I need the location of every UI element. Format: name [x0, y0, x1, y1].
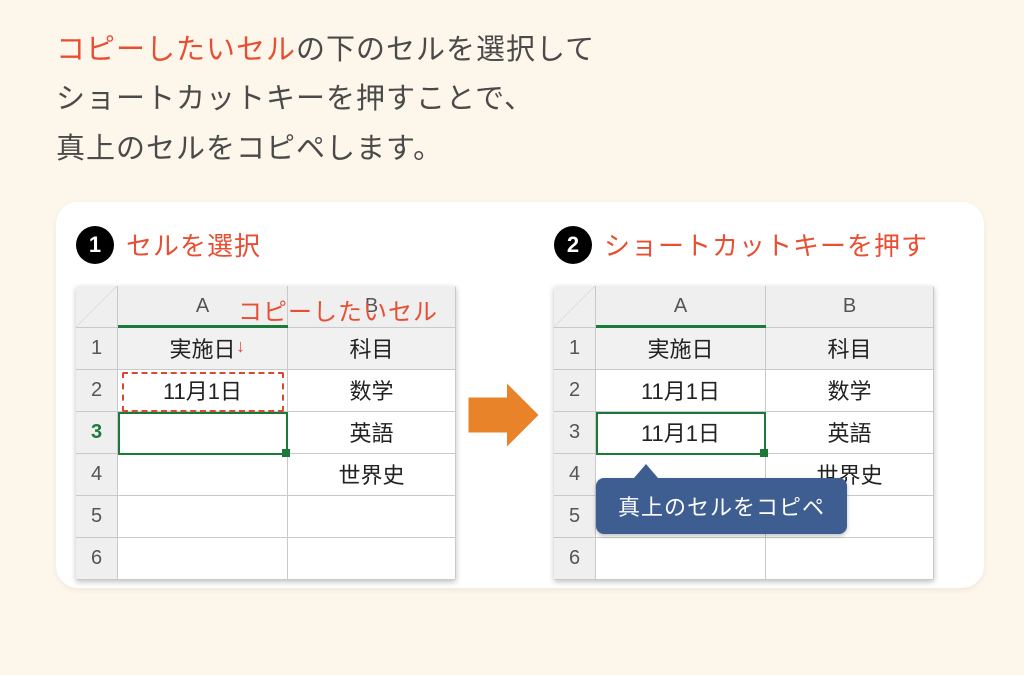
cell-A3[interactable]: 11月1日	[596, 412, 766, 454]
cell-B2[interactable]: 数学	[766, 370, 934, 412]
cell-A6[interactable]	[596, 538, 766, 580]
row-header[interactable]: 5	[554, 496, 596, 538]
step2-column: 2 ショートカットキーを押す A B 1 実施日 科目 2 11月1日 数学 3…	[554, 226, 964, 580]
corner-cell[interactable]	[76, 286, 118, 328]
cell-B1[interactable]: 科目	[766, 328, 934, 370]
col-header-B[interactable]: B	[766, 286, 934, 328]
cell-B3[interactable]: 英語	[766, 412, 934, 454]
cell-A1[interactable]: 実施日	[118, 328, 288, 370]
step2-header: 2 ショートカットキーを押す	[554, 226, 964, 264]
cell-A1[interactable]: 実施日	[596, 328, 766, 370]
cell-A2[interactable]: 11月1日	[118, 370, 288, 412]
cell-B5[interactable]	[288, 496, 456, 538]
row-header[interactable]: 1	[554, 328, 596, 370]
row-header[interactable]: 4	[554, 454, 596, 496]
cell-A2[interactable]: 11月1日	[596, 370, 766, 412]
row-header[interactable]: 4	[76, 454, 118, 496]
instruction-line2: ショートカットキーを押すことで、	[56, 83, 534, 115]
tooltip-result: 真上のセルをコピペ	[596, 478, 847, 534]
spreadsheet-right: A B 1 実施日 科目 2 11月1日 数学 3 11月1日 英語 4 世界史…	[554, 286, 934, 580]
row-header[interactable]: 2	[554, 370, 596, 412]
step2-label: ショートカットキーを押す	[604, 226, 928, 263]
instruction-line3: 真上のセルをコピペします。	[56, 133, 443, 165]
cell-A5[interactable]	[118, 496, 288, 538]
step1-label: セルを選択	[126, 226, 261, 263]
cell-B2[interactable]: 数学	[288, 370, 456, 412]
page-root: コピーしたいセルの下のセルを選択して ショートカットキーを押すことで、 真上のセ…	[0, 0, 1024, 675]
spreadsheet-left: A B 1 実施日 科目 2 11月1日 数学 3 英語 4	[76, 286, 456, 580]
instruction-line1-rest: の下のセルを選択して	[296, 34, 595, 66]
row-header[interactable]: 3	[76, 412, 118, 454]
row-header[interactable]: 2	[76, 370, 118, 412]
col-header-A[interactable]: A	[596, 286, 766, 328]
cell-B6[interactable]	[766, 538, 934, 580]
arrow-right-icon	[466, 380, 541, 450]
down-arrow-icon: ↓	[236, 336, 245, 357]
row-header[interactable]: 6	[76, 538, 118, 580]
cell-B3[interactable]: 英語	[288, 412, 456, 454]
instruction-text: コピーしたいセルの下のセルを選択して ショートカットキーを押すことで、 真上のセ…	[56, 26, 984, 174]
cell-B6[interactable]	[288, 538, 456, 580]
example-panel: 1 セルを選択 A B 1 実施日 科目 2 11月1日 数学	[56, 202, 984, 588]
row-header[interactable]: 3	[554, 412, 596, 454]
step1-column: 1 セルを選択 A B 1 実施日 科目 2 11月1日 数学	[76, 226, 474, 580]
step1-header: 1 セルを選択	[76, 226, 474, 264]
row-header[interactable]: 5	[76, 496, 118, 538]
instruction-highlight: コピーしたいセル	[56, 34, 296, 66]
cell-A6[interactable]	[118, 538, 288, 580]
cell-A3[interactable]	[118, 412, 288, 454]
cell-A4[interactable]	[118, 454, 288, 496]
cell-B4[interactable]: 世界史	[288, 454, 456, 496]
step1-number-badge: 1	[76, 226, 114, 264]
annotation-copy-cell-label: コピーしたいセル	[238, 292, 438, 327]
step2-number-badge: 2	[554, 226, 592, 264]
corner-cell[interactable]	[554, 286, 596, 328]
row-header[interactable]: 1	[76, 328, 118, 370]
cell-B1[interactable]: 科目	[288, 328, 456, 370]
row-header[interactable]: 6	[554, 538, 596, 580]
